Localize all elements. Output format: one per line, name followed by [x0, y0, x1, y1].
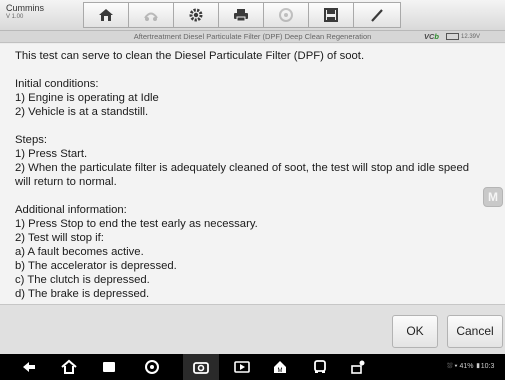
- status-area: ⛆ ▾ 41% ▮10:3: [447, 354, 494, 380]
- media-icon: [234, 361, 250, 373]
- list-item: 2) Vehicle is at a standstill.: [15, 106, 149, 118]
- maxidas-home-icon: M: [274, 361, 286, 374]
- list-item: a) A fault becomes active.: [15, 246, 144, 258]
- vci-indicator: VCb: [424, 31, 439, 43]
- list-item: 2) Test will stop if:: [15, 232, 104, 244]
- pen-icon: [371, 9, 383, 22]
- cancel-button[interactable]: Cancel: [447, 315, 503, 348]
- help-icon: [279, 8, 293, 22]
- vehicle-swap-button[interactable]: [128, 2, 173, 28]
- svg-text:M: M: [278, 368, 283, 374]
- additional-info-heading: Additional information:: [15, 204, 127, 216]
- pen-button[interactable]: [353, 2, 401, 28]
- title-bar: Aftertreatment Diesel Particulate Filter…: [0, 31, 505, 43]
- home-nav-button[interactable]: [60, 358, 78, 376]
- brand-version: V 1.00: [6, 14, 24, 20]
- home-icon: [99, 9, 113, 21]
- remote-support-icon: [351, 360, 365, 374]
- ok-button[interactable]: OK: [392, 315, 438, 348]
- list-item: 1) Press Stop to end the test early as n…: [15, 218, 258, 230]
- browser-icon: [145, 360, 159, 374]
- back-icon: [23, 362, 35, 372]
- list-item: 1) Engine is operating at Idle: [15, 92, 159, 104]
- initial-conditions-heading: Initial conditions:: [15, 78, 99, 90]
- camera-button[interactable]: [192, 358, 210, 376]
- intro-text: This test can serve to clean the Diesel …: [15, 50, 365, 62]
- help-button[interactable]: [263, 2, 308, 28]
- vehicle-icon: [314, 360, 326, 373]
- content-panel: This test can serve to clean the Diesel …: [0, 44, 505, 304]
- recent-apps-button[interactable]: [100, 358, 118, 376]
- side-menu-button[interactable]: M: [483, 187, 503, 207]
- brand-name: Cummins: [6, 3, 45, 13]
- top-toolbar: Cummins V 1.00: [0, 0, 505, 31]
- vehicle-battery-icon: [446, 33, 459, 40]
- remote-support-button[interactable]: [350, 358, 368, 376]
- list-item: c) The clutch is depressed.: [15, 274, 150, 286]
- instructions-text: This test can serve to clean the Diesel …: [15, 49, 485, 315]
- vehicle-swap-icon: [144, 12, 158, 21]
- list-item: 1) Press Start.: [15, 148, 88, 160]
- maxidas-home-button[interactable]: M: [271, 358, 289, 376]
- clock: 10:3: [480, 363, 495, 370]
- action-bar: OK Cancel: [0, 304, 505, 354]
- print-icon: [234, 9, 248, 22]
- steps-heading: Steps:: [15, 134, 48, 146]
- settings-button[interactable]: [173, 2, 218, 28]
- settings-icon: [189, 8, 203, 22]
- list-item: 2) When the particulate filter is adequa…: [15, 162, 470, 188]
- recent-apps-icon: [103, 362, 115, 372]
- media-button[interactable]: [233, 358, 251, 376]
- browser-button[interactable]: [143, 358, 161, 376]
- vci-suffix: b: [434, 32, 440, 41]
- vehicle-battery-voltage: 12.39V: [461, 34, 481, 40]
- list-item: b) The accelerator is depressed.: [15, 260, 177, 272]
- battery-percent: 41%: [459, 363, 474, 370]
- save-button[interactable]: [308, 2, 353, 28]
- brand-label: Cummins V 1.00: [6, 3, 58, 27]
- battery-icon: ▮: [473, 363, 481, 370]
- home-nav-icon: [61, 359, 77, 374]
- toolbar-buttons: [83, 2, 401, 28]
- print-button[interactable]: [218, 2, 263, 28]
- back-button[interactable]: [20, 358, 38, 376]
- camera-icon: [193, 362, 209, 374]
- home-button[interactable]: [83, 2, 128, 28]
- vehicle-button[interactable]: [311, 358, 329, 376]
- list-item: d) The brake is depressed.: [15, 288, 150, 300]
- wifi-icon: ⛆ ▾: [447, 363, 460, 370]
- save-icon: [324, 8, 338, 22]
- screen: Cummins V 1.00 Aftertreatment Diesel Par…: [0, 0, 505, 380]
- android-nav-bar: M ⛆ ▾ 41% ▮10:3: [0, 354, 505, 380]
- vci-prefix: VC: [424, 32, 435, 41]
